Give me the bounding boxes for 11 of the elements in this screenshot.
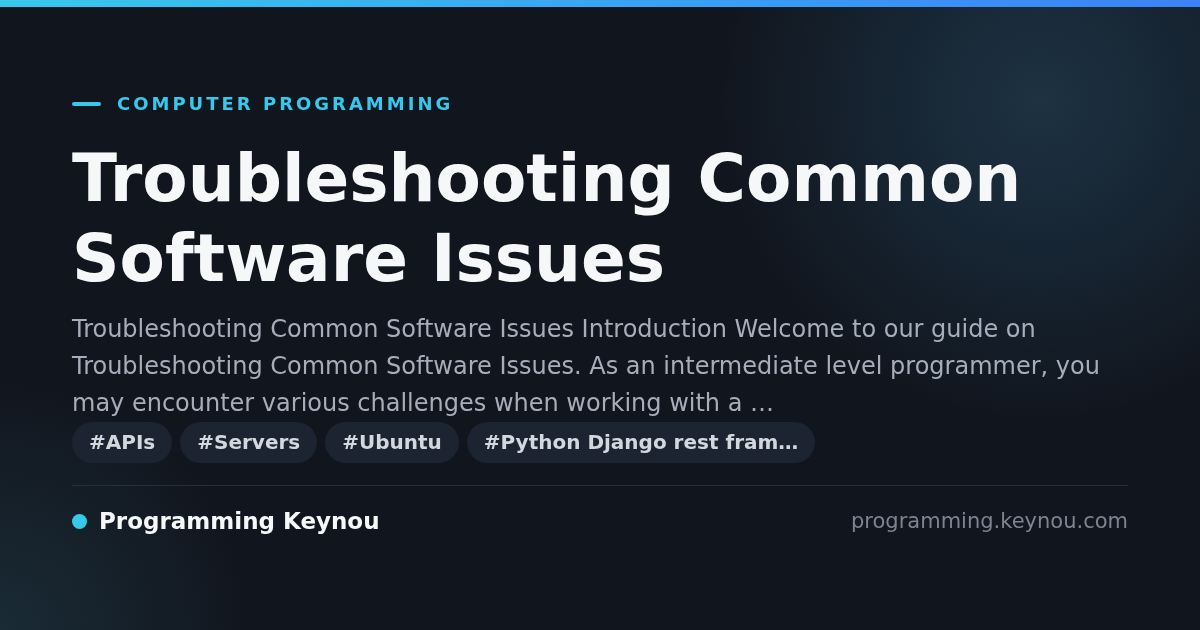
dash-icon [72,102,101,106]
site-domain: programming.keynou.com [851,507,1128,535]
tag-chip: #Servers [180,422,318,463]
dot-icon [72,513,87,529]
tag-chip: #Ubuntu [325,422,459,463]
tag-chip: #APIs [72,422,173,463]
article-title: Troubleshooting Common Software Issues [72,139,1023,299]
site-name: Programming Keynou [99,507,380,536]
tag-chip: #Python Django rest fram… [466,422,816,463]
article-description: Troubleshooting Common Software Issues Introduction Welcome to our guide on Troubleshooting Common Software Issues. As an intermediate level programmer, you may encounter various challenges when working with a … [72,314,1101,419]
category-label: COMPUTER PROGRAMMING [117,95,454,113]
